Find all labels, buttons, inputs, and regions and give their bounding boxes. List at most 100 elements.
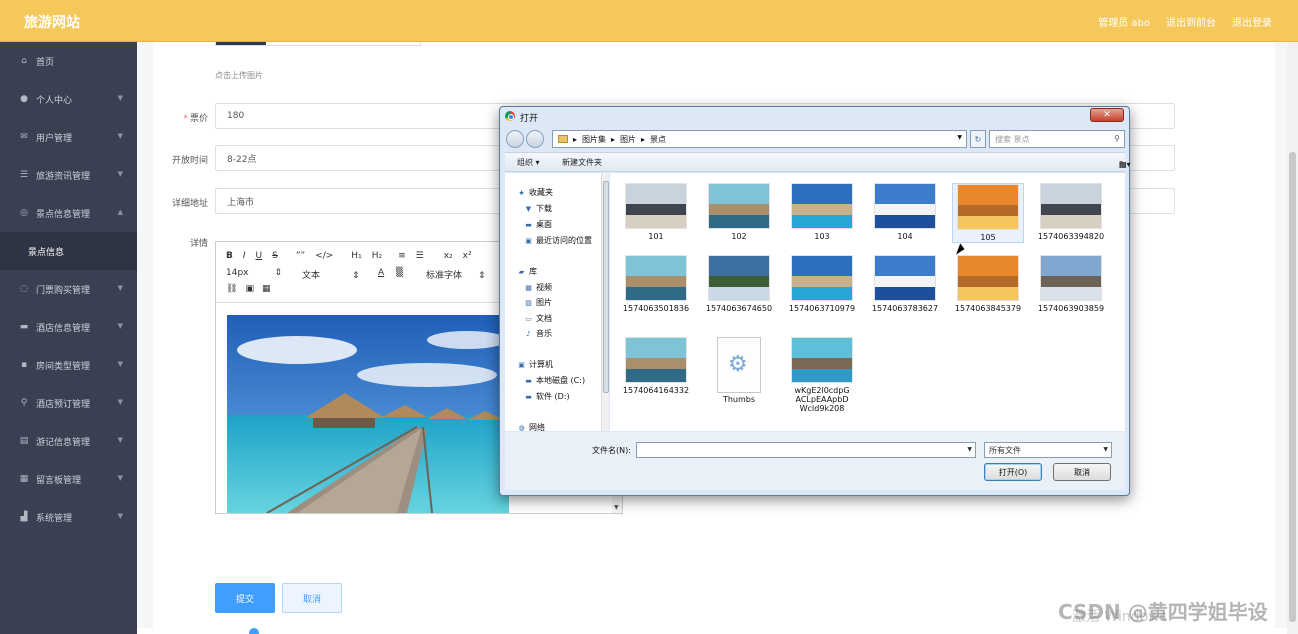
subscript-button[interactable]: x₂	[444, 251, 453, 261]
new-folder-button[interactable]: 新建文件夹	[562, 157, 602, 168]
font-size-select[interactable]: 14px ⇕	[226, 268, 302, 281]
submit-button[interactable]: 提交	[215, 583, 275, 613]
address-label: 详细地址	[171, 199, 208, 209]
path-segment[interactable]: 图片	[620, 134, 636, 145]
chevron-right-icon: ▸	[573, 134, 578, 144]
ordered-list-button[interactable]: ≡	[398, 251, 406, 261]
sidebar-item-hotels[interactable]: ▬ 酒店信息管理 ▼	[0, 308, 137, 346]
tree-music[interactable]: ♪ 音乐	[524, 328, 552, 339]
forward-button[interactable]	[526, 130, 544, 148]
dialog-cancel-button[interactable]: 取消	[1053, 463, 1111, 481]
video-icon[interactable]: ▦	[262, 284, 271, 294]
sidebar-item-travel-notes[interactable]: ▤ 游记信息管理 ▼	[0, 422, 137, 460]
font-family-select[interactable]: 标准字体 ⇕	[426, 268, 486, 281]
link-icon[interactable]: ⛓	[226, 284, 237, 294]
chevron-down-icon: ▼	[117, 436, 123, 444]
dialog-close-button[interactable]: ✕	[1090, 108, 1124, 122]
tree-scrollbar-thumb[interactable]	[603, 181, 609, 393]
file-item[interactable]: 1574063783627	[869, 255, 941, 313]
back-button[interactable]	[506, 130, 524, 148]
back-to-front-link[interactable]: 退出到前台	[1166, 14, 1216, 29]
chevron-down-icon: ▼	[117, 170, 123, 178]
detail-label: 详情	[189, 239, 208, 249]
sidebar-item-users[interactable]: ✉ 用户管理 ▼	[0, 118, 137, 156]
tree-drive-d[interactable]: ▬ 软件 (D:)	[524, 391, 569, 402]
file-item[interactable]: 103	[786, 183, 858, 241]
scroll-down-icon[interactable]: ▼	[614, 504, 619, 511]
dropdown-arrow-icon[interactable]: ▼	[967, 446, 972, 453]
sidebar-item-news[interactable]: ☰ 旅游资讯管理 ▼	[0, 156, 137, 194]
tree-computer[interactable]: ▣ 计算机	[517, 359, 553, 370]
tree-pictures[interactable]: ▨ 图片	[524, 297, 552, 308]
upload-hint[interactable]: 点击上传图片	[215, 70, 263, 81]
filename-input[interactable]: ▼	[636, 442, 976, 458]
tree-favorites[interactable]: ★ 收藏夹	[517, 187, 553, 198]
tree-scrollbar[interactable]	[601, 173, 609, 431]
highlight-icon[interactable]: ▒	[396, 268, 426, 281]
sidebar-item-messages[interactable]: ▦ 留言板管理 ▼	[0, 460, 137, 498]
file-item[interactable]: 1574064164332	[620, 337, 692, 395]
strike-button[interactable]: S	[272, 251, 278, 261]
image-thumbnail	[791, 337, 853, 383]
sidebar-item-home[interactable]: ⌂ 首页	[0, 42, 137, 80]
file-item[interactable]: 1574063394820	[1035, 183, 1107, 241]
sidebar-item-profile[interactable]: ● 个人中心 ▼	[0, 80, 137, 118]
path-segment[interactable]: 景点	[650, 134, 666, 145]
sidebar-item-room-types[interactable]: ▪ 房间类型管理 ▼	[0, 346, 137, 384]
page-scrollbar[interactable]	[1287, 42, 1298, 634]
tree-documents[interactable]: ▭ 文档	[524, 313, 552, 324]
editor-beach-image	[227, 315, 509, 513]
dialog-open-button[interactable]: 打开(O)	[984, 463, 1042, 481]
tree-drive-c[interactable]: ▬ 本地磁盘 (C:)	[524, 375, 585, 386]
file-item[interactable]: 101	[620, 183, 692, 241]
progress-dot[interactable]	[249, 628, 259, 634]
sidebar-item-bookings[interactable]: ⚲ 酒店预订管理 ▼	[0, 384, 137, 422]
bold-button[interactable]: B	[226, 251, 233, 261]
h1-button[interactable]: H₁	[351, 251, 361, 261]
tree-desktop[interactable]: ▬ 桌面	[524, 219, 552, 230]
sidebar-item-tickets[interactable]: ◌ 门票购买管理 ▼	[0, 270, 137, 308]
file-item[interactable]: 1574063501836	[620, 255, 692, 313]
address-bar[interactable]: ▸ 图片集 ▸ 图片 ▸ 景点 ▼	[552, 130, 967, 148]
sidebar-subitem-scenic-info[interactable]: 景点信息	[0, 232, 137, 270]
uploaded-image-thumbs[interactable]	[215, 42, 421, 46]
file-item[interactable]: Thumbs	[703, 337, 775, 404]
file-item[interactable]: 104	[869, 183, 941, 241]
path-segment[interactable]: 图片集	[582, 134, 606, 145]
blockquote-button[interactable]: ””	[296, 251, 305, 261]
editor-toolbar-row-2: 14px ⇕ 文本 ⇕ A ▒ 标准字体 ⇕	[226, 268, 486, 281]
filetype-select[interactable]: 所有文件 ▼	[984, 442, 1112, 458]
tree-recent[interactable]: ▣ 最近访问的位置	[524, 235, 592, 246]
file-item[interactable]: wKgE2l0cdpGACLpEAApbDWcId9k208	[786, 337, 858, 413]
organize-menu[interactable]: 组织 ▾	[517, 157, 540, 168]
h2-button[interactable]: H₂	[372, 251, 382, 261]
dropdown-arrow-icon[interactable]: ▼	[957, 134, 962, 141]
tree-libraries[interactable]: ▰ 库	[517, 266, 537, 277]
file-item[interactable]: 1574063845379	[952, 255, 1024, 313]
dialog-search-input[interactable]: 搜索 景点 ⚲	[989, 130, 1125, 148]
file-item[interactable]: 1574063674650	[703, 255, 775, 313]
superscript-button[interactable]: x²	[463, 251, 472, 261]
file-item[interactable]: 105	[952, 183, 1024, 243]
text-style-select[interactable]: 文本 ⇕	[302, 268, 378, 281]
file-item[interactable]: 1574063710979	[786, 255, 858, 313]
code-button[interactable]: </>	[315, 251, 333, 261]
image-icon[interactable]: ▣	[245, 284, 254, 294]
document-icon: ▭	[525, 314, 532, 323]
chevron-right-icon: ▸	[611, 134, 616, 144]
font-color-icon[interactable]: A	[378, 268, 396, 281]
refresh-button[interactable]: ↻	[970, 130, 986, 148]
sidebar-item-scenic[interactable]: ◎ 景点信息管理 ▲	[0, 194, 137, 232]
italic-button[interactable]: I	[243, 251, 246, 261]
file-item[interactable]: 1574063903859	[1035, 255, 1107, 313]
help-icon[interactable]: ?	[1119, 160, 1123, 169]
file-item[interactable]: 102	[703, 183, 775, 241]
tree-downloads[interactable]: ▼ 下载	[524, 203, 552, 214]
tree-videos[interactable]: ▦ 视频	[524, 282, 552, 293]
sidebar-item-system[interactable]: ▟ 系统管理 ▼	[0, 498, 137, 536]
cancel-button[interactable]: 取消	[282, 583, 342, 613]
bullet-list-button[interactable]: ☰	[416, 251, 424, 261]
underline-button[interactable]: U	[256, 251, 263, 261]
page-scrollbar-thumb[interactable]	[1289, 152, 1296, 622]
logout-link[interactable]: 退出登录	[1232, 14, 1272, 29]
